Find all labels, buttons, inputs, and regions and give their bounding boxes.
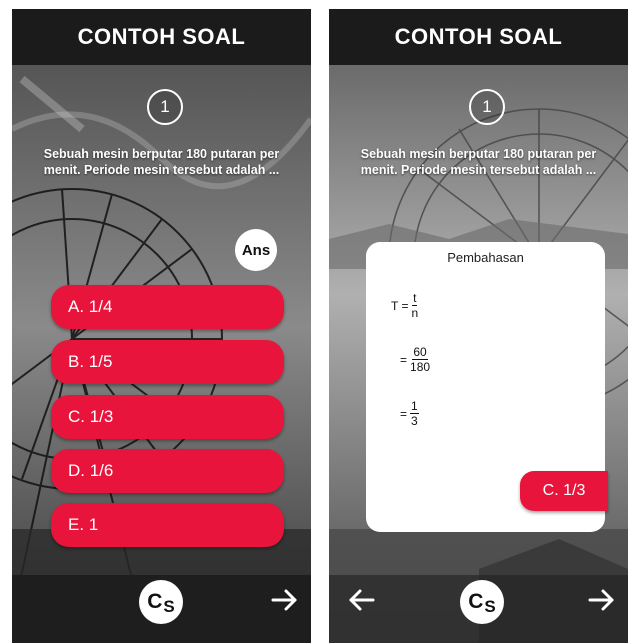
page-title: CONTOH SOAL	[329, 9, 628, 65]
ans-button[interactable]: Ans	[235, 229, 277, 271]
cs-logo-sub: S	[163, 597, 175, 616]
cs-logo-sub: S	[484, 597, 496, 616]
formula-step-3-denominator: 3	[411, 414, 418, 428]
cs-logo-letter: C	[468, 590, 484, 613]
cs-logo-button[interactable]: CS	[139, 580, 183, 624]
formula-step-2-numerator: 60	[412, 345, 428, 360]
formula-step-3-numerator: 1	[410, 399, 419, 414]
quiz-screen-right: CONTOH SOAL 1 Sebuah mesin berputar 180 …	[329, 9, 628, 643]
option-d-button[interactable]: D. 1/6	[51, 449, 284, 493]
formula-step-3-lhs: =	[400, 407, 408, 421]
cs-logo-button[interactable]: CS	[460, 580, 504, 624]
formula-step-1-denominator: n	[411, 306, 419, 320]
formula-step-2: = 60 180	[400, 346, 430, 374]
formula-step-2-denominator: 180	[410, 360, 431, 374]
right-arrow-icon[interactable]	[584, 583, 618, 617]
option-e-button[interactable]: E. 1	[51, 503, 284, 547]
cs-logo-letter: C	[147, 590, 163, 613]
answer-badge: C. 1/3	[520, 471, 608, 511]
explanation-title: Pembahasan	[447, 250, 524, 265]
option-a-button[interactable]: A. 1/4	[51, 285, 284, 329]
left-arrow-icon[interactable]	[345, 583, 379, 617]
question-text: Sebuah mesin berputar 180 putaran per me…	[360, 147, 597, 177]
quiz-screen-left: CONTOH SOAL 1 Sebuah mesin berputar 180 …	[12, 9, 311, 643]
option-c-button[interactable]: C. 1/3	[51, 395, 284, 439]
question-number-badge: 1	[469, 89, 505, 125]
question-text: Sebuah mesin berputar 180 putaran per me…	[43, 147, 280, 177]
option-b-button[interactable]: B. 1/5	[51, 340, 284, 384]
right-arrow-icon[interactable]	[267, 583, 301, 617]
formula-step-1-numerator: t	[412, 291, 418, 306]
question-number-badge: 1	[147, 89, 183, 125]
formula-step-2-lhs: =	[400, 353, 408, 367]
page-title: CONTOH SOAL	[12, 9, 311, 65]
formula-step-1-lhs: T =	[391, 299, 409, 313]
formula-step-1: T = t n	[391, 292, 418, 320]
formula-step-3: = 1 3	[400, 400, 419, 428]
